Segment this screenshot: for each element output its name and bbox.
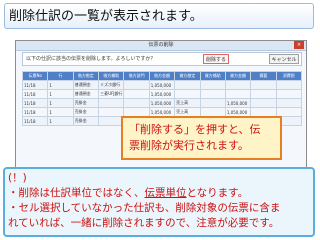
delete-dialog-screenshot: 伝票の削除 × 以下の仕訳に該当の伝票を削除します。よろしいですか？ 削除する … <box>15 40 307 182</box>
table-cell[interactable] <box>275 89 303 99</box>
col-header: 貸方金額 <box>224 71 252 81</box>
dialog-title: 伝票の削除 <box>16 41 306 51</box>
table-cell[interactable] <box>224 80 252 90</box>
table-cell[interactable]: 1 <box>47 98 74 108</box>
table-cell[interactable]: 11/18 <box>21 98 49 108</box>
table-row[interactable]: 11/18 1 売掛金 1,050,000 売上高 1,050,000 <box>21 98 303 108</box>
callout-line-2: 票削除が実行されます。 <box>129 139 249 152</box>
col-header: 摘要 <box>250 71 277 81</box>
note-emphasis: 伝票単位 <box>144 187 187 199</box>
table-cell[interactable] <box>199 80 226 90</box>
delete-callout: 「削除する」を押すと、伝 票削除が実行されます。 <box>121 116 282 160</box>
col-header: 貸方勘定 <box>174 71 201 81</box>
table-cell[interactable]: 三菱UFJ銀行 <box>98 89 125 99</box>
cancel-button[interactable]: キャンセル <box>269 54 299 64</box>
grid-header-row: 伝票No 行 借方勘定 借方補助 借方部門 借方金額 貸方勘定 貸方補助 貸方金… <box>21 71 303 81</box>
table-cell[interactable] <box>98 98 125 108</box>
col-header: 借方勘定 <box>72 71 100 81</box>
table-cell[interactable] <box>174 80 201 90</box>
table-cell[interactable] <box>224 89 252 99</box>
table-cell[interactable] <box>123 98 150 108</box>
col-header: 借方金額 <box>148 71 176 81</box>
caution-note: (！) ・削除は仕訳単位ではなく、伝票単位となります。 ・セル選択していなかった… <box>3 167 315 237</box>
close-icon[interactable]: × <box>294 41 304 49</box>
table-cell[interactable] <box>250 80 277 90</box>
note-line-3: ・セル選択していなかった仕訳も、削除対象の伝票に含ま <box>8 202 281 214</box>
table-cell[interactable] <box>123 89 150 99</box>
table-cell[interactable] <box>199 89 226 99</box>
table-cell[interactable]: 11/18 <box>21 80 49 90</box>
table-cell[interactable]: 1,050,000 <box>148 98 176 108</box>
col-header: 借方部門 <box>123 71 150 81</box>
note-exclamation: (！) <box>8 172 27 184</box>
table-cell[interactable]: 売掛金 <box>72 107 100 117</box>
note-line-4: れていれば、一緒に削除されますので、注意が必要です。 <box>8 217 280 229</box>
col-header: 行 <box>47 71 74 81</box>
table-row[interactable]: 11/18 1 普通預金 三菱UFJ銀行 1,050,000 <box>21 89 303 99</box>
table-cell[interactable]: 1,050,000 <box>224 98 252 108</box>
col-header: 貸方補助 <box>199 71 226 81</box>
table-cell[interactable]: 1 <box>47 116 74 126</box>
table-cell[interactable]: 11/18 <box>21 107 49 117</box>
table-cell[interactable]: 11/18 <box>21 116 49 126</box>
page-heading: 削除仕訳の一覧が表示されます。 <box>4 3 314 29</box>
confirm-message: 以下の仕訳に該当の伝票を削除します。よろしいですか？ <box>26 56 156 62</box>
table-cell[interactable]: 売掛金 <box>72 116 100 126</box>
note-line-2: ・削除は仕訳単位ではなく、伝票単位となります。 <box>8 186 310 201</box>
note-line-2-end: となります。 <box>186 187 249 199</box>
col-header: 伝票No <box>21 71 49 81</box>
table-cell[interactable]: 売掛金 <box>72 98 100 108</box>
table-cell[interactable]: 1,050,000 <box>148 80 176 90</box>
table-cell[interactable] <box>275 98 303 108</box>
table-cell[interactable] <box>123 80 150 90</box>
table-cell[interactable]: 売上高 <box>174 98 201 108</box>
table-cell[interactable]: 1,050,000 <box>148 89 176 99</box>
table-cell[interactable]: 11/18 <box>21 89 49 99</box>
table-cell[interactable] <box>199 98 226 108</box>
col-header: 借方補助 <box>98 71 125 81</box>
table-cell[interactable] <box>250 89 277 99</box>
col-header: 消費税 <box>275 71 303 81</box>
table-cell[interactable]: 普通預金 <box>72 89 100 99</box>
table-cell[interactable]: 1 <box>47 107 74 117</box>
table-cell[interactable] <box>275 80 303 90</box>
note-line-2-start: ・削除は仕訳単位ではなく、 <box>8 187 145 199</box>
table-cell[interactable] <box>174 89 201 99</box>
table-cell[interactable]: 普通預金 <box>72 80 100 90</box>
confirm-bar: 以下の仕訳に該当の伝票を削除します。よろしいですか？ 削除する キャンセル <box>22 52 302 66</box>
table-cell[interactable]: 1 <box>47 89 74 99</box>
table-cell[interactable] <box>250 98 277 108</box>
callout-line-1: 「削除する」を押すと、伝 <box>129 123 261 136</box>
delete-button[interactable]: 削除する <box>203 54 229 64</box>
table-cell[interactable]: ミズホ銀行 <box>98 80 125 90</box>
table-cell[interactable]: 1 <box>47 80 74 90</box>
table-row[interactable]: 11/18 1 普通預金 ミズホ銀行 1,050,000 <box>21 80 303 90</box>
